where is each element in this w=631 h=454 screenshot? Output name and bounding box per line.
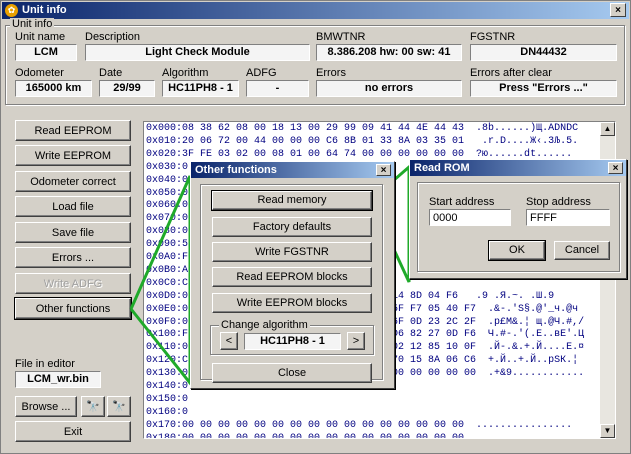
hex-row[interactable]: 0x180:00 00 00 00 00 00 00 00 00 00 00 0… bbox=[146, 433, 572, 438]
hex-row[interactable]: 0x000:08 38 62 08 00 18 13 00 29 99 09 4… bbox=[146, 123, 578, 136]
read-memory-button[interactable]: Read memory bbox=[211, 190, 373, 211]
hex-row[interactable]: 0x140:0 bbox=[146, 381, 188, 394]
adfg-label: ADFG bbox=[246, 67, 277, 79]
other-functions-dialog: Other functions × Read memory Factory de… bbox=[190, 161, 395, 389]
errors-after-clear-label: Errors after clear bbox=[470, 67, 552, 79]
hex-row[interactable]: 0x010:20 06 72 00 44 00 00 00 C6 8B 01 3… bbox=[146, 136, 578, 149]
date-label: Date bbox=[99, 67, 123, 79]
ok-button[interactable]: OK bbox=[488, 240, 546, 261]
errors-button[interactable]: Errors ... bbox=[15, 247, 131, 268]
close-button[interactable]: Close bbox=[212, 363, 372, 383]
change-algorithm-label: Change algorithm bbox=[219, 319, 310, 331]
read-rom-close-icon[interactable]: × bbox=[608, 162, 623, 174]
hex-row[interactable]: 0x0C0:C bbox=[146, 278, 188, 291]
description-field: Light Check Module bbox=[85, 44, 310, 61]
scroll-up-icon[interactable]: ▲ bbox=[600, 122, 615, 136]
hex-row[interactable]: 0x150:0 bbox=[146, 394, 188, 407]
fgstnr-label: FGSTNR bbox=[470, 31, 516, 43]
window-title: Unit info bbox=[22, 4, 67, 16]
browse-button[interactable]: Browse ... bbox=[15, 396, 77, 417]
cancel-button[interactable]: Cancel bbox=[554, 241, 610, 260]
exit-button[interactable]: Exit bbox=[15, 421, 131, 442]
odometer-correct-button[interactable]: Odometer correct bbox=[15, 171, 131, 192]
file-in-editor-label: File in editor bbox=[15, 358, 75, 370]
fgstnr-field: DN44432 bbox=[470, 44, 617, 61]
odometer-field: 165000 km bbox=[15, 80, 92, 97]
bmwtnr-label: BMWTNR bbox=[316, 31, 366, 43]
algorithm-field: HC11PH8 - 1 bbox=[162, 80, 239, 97]
other-functions-close-icon[interactable]: × bbox=[376, 164, 391, 176]
odometer-label: Odometer bbox=[15, 67, 64, 79]
binoculars-next-icon: 🔭 bbox=[112, 401, 126, 413]
errors-after-clear-field: Press "Errors ..." bbox=[470, 80, 617, 97]
algorithm-label: Algorithm bbox=[162, 67, 209, 79]
title-bar[interactable]: ✿ Unit info × bbox=[2, 2, 629, 19]
find-next-button[interactable]: 🔭 bbox=[107, 396, 131, 417]
stop-address-label: Stop address bbox=[526, 196, 591, 208]
read-rom-title[interactable]: Read ROM bbox=[410, 160, 626, 176]
read-rom-dialog: Read ROM × Start address Stop address OK… bbox=[409, 159, 627, 279]
write-eeprom-blocks-button[interactable]: Write EEPROM blocks bbox=[212, 293, 372, 313]
start-address-input[interactable] bbox=[429, 209, 511, 226]
date-field: 29/99 bbox=[99, 80, 155, 97]
hex-row[interactable]: 0x050:0 bbox=[146, 188, 188, 201]
file-in-editor-field: LCM_wr.bin bbox=[15, 371, 101, 388]
hex-row[interactable]: 0x160:0 bbox=[146, 407, 188, 420]
hex-row[interactable]: 0x040:0 bbox=[146, 175, 188, 188]
read-eeprom-blocks-button[interactable]: Read EEPROM blocks bbox=[212, 267, 372, 287]
read-eeprom-button[interactable]: Read EEPROM bbox=[15, 120, 131, 141]
close-window-button[interactable]: × bbox=[610, 3, 626, 17]
write-adfg-button: Write ADFG bbox=[15, 273, 131, 294]
hex-row[interactable]: 0x0B0:A bbox=[146, 265, 188, 278]
scroll-down-icon[interactable]: ▼ bbox=[600, 424, 615, 438]
errors-field: no errors bbox=[316, 80, 462, 97]
unit-name-field: LCM bbox=[15, 44, 77, 61]
find-button[interactable]: 🔭 bbox=[81, 396, 105, 417]
write-eeprom-button[interactable]: Write EEPROM bbox=[15, 145, 131, 166]
binoculars-icon: 🔭 bbox=[86, 401, 100, 413]
bmwtnr-field: 8.386.208 hw: 00 sw: 41 bbox=[316, 44, 462, 61]
adfg-field: - bbox=[246, 80, 309, 97]
factory-defaults-button[interactable]: Factory defaults bbox=[212, 217, 372, 237]
hex-row[interactable]: 0x030:0 bbox=[146, 162, 188, 175]
write-fgstnr-button[interactable]: Write FGSTNR bbox=[212, 242, 372, 262]
errors-label: Errors bbox=[316, 67, 346, 79]
unit-info-group-label: Unit info bbox=[10, 18, 55, 30]
hex-row[interactable]: 0x170:00 00 00 00 00 00 00 00 00 00 00 0… bbox=[146, 420, 572, 433]
other-functions-title[interactable]: Other functions bbox=[191, 162, 394, 178]
app-icon: ✿ bbox=[5, 4, 18, 17]
unit-name-label: Unit name bbox=[15, 31, 66, 43]
other-functions-button[interactable]: Other functions bbox=[14, 297, 132, 320]
load-file-button[interactable]: Load file bbox=[15, 196, 131, 217]
start-address-label: Start address bbox=[429, 196, 495, 208]
save-file-button[interactable]: Save file bbox=[15, 222, 131, 243]
algorithm-next-button[interactable]: > bbox=[347, 332, 365, 350]
algorithm-selector-field: HC11PH8 - 1 bbox=[244, 333, 341, 350]
stop-address-input[interactable] bbox=[526, 209, 610, 226]
description-label: Description bbox=[85, 31, 141, 43]
hex-row[interactable]: 0x070:0 bbox=[146, 213, 188, 226]
algorithm-prev-button[interactable]: < bbox=[220, 332, 238, 350]
